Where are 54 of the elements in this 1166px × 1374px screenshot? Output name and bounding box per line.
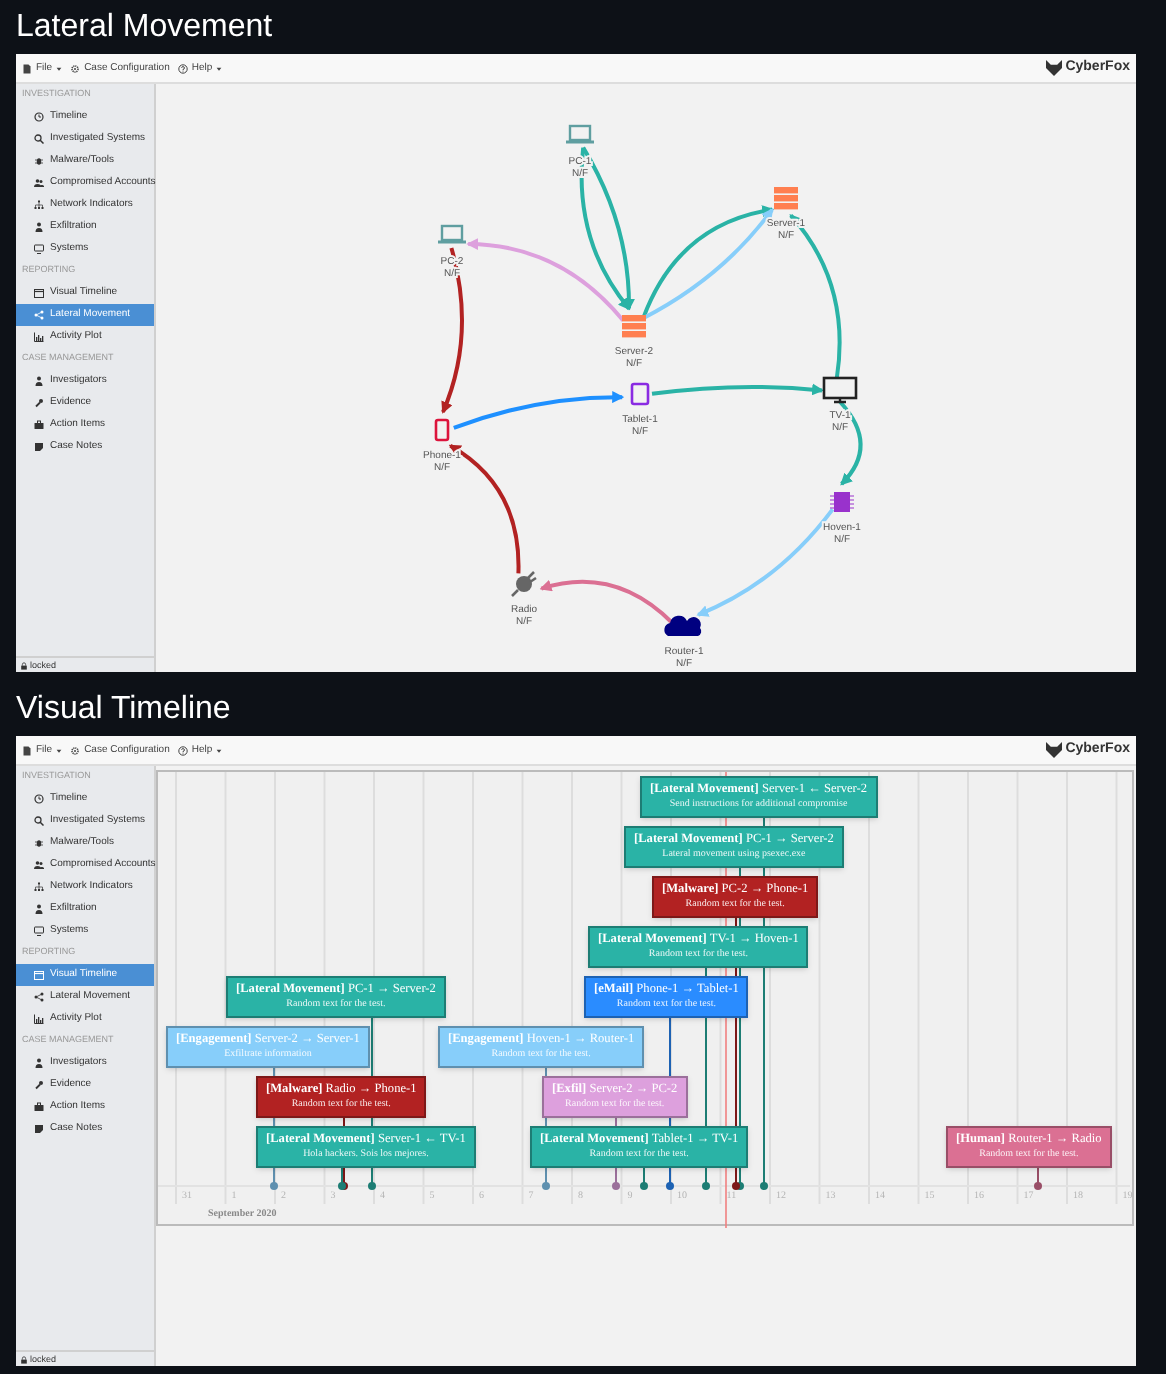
wrench-icon [34,398,44,408]
person-icon [34,904,44,914]
fox-head-icon [1045,60,1062,76]
network-icon [34,200,44,210]
wrench-icon [34,1080,44,1090]
monitor-icon [34,926,44,936]
help-icon [177,63,188,73]
person-icon [34,1058,44,1068]
network-icon [34,882,44,892]
caret-icon [56,65,63,71]
cloud-icon [664,615,702,636]
file-icon [22,63,32,73]
users-icon [34,860,44,870]
gear-icon [70,745,81,755]
briefcase-icon [34,420,44,430]
lock-icon [20,1355,28,1363]
monitor-icon [34,244,44,254]
tablet-icon [630,382,650,406]
laptop-icon [438,224,466,244]
share-icon [34,992,44,1002]
chip-icon [829,492,855,512]
briefcase-icon [34,1102,44,1112]
search-icon [34,816,44,826]
note-icon [34,442,44,452]
fox-head-icon [1045,742,1062,758]
clock-icon [34,112,44,122]
laptop-icon [566,124,594,144]
clock-icon [34,794,44,804]
caret-icon [216,747,223,753]
gear-icon [70,63,81,73]
bug-icon [34,156,44,166]
server-icon [622,315,646,338]
page-heading: Visual Timeline [16,690,233,730]
person-icon [34,222,44,232]
bug-icon [34,838,44,848]
help-icon [177,745,188,755]
lock-icon [20,661,28,669]
share-icon [34,310,44,320]
monitor-icon [822,376,858,404]
calendar-icon [34,970,44,980]
caret-icon [56,747,63,753]
caret-icon [216,65,223,71]
users-icon [34,178,44,188]
phone-icon [434,418,450,442]
calendar-icon [34,288,44,298]
server-icon [774,187,798,210]
plug-icon [510,570,538,598]
file-icon [22,745,32,755]
bar-chart-icon [34,332,44,342]
bar-chart-icon [34,1014,44,1024]
page-heading: Lateral Movement [16,8,275,48]
person-icon [34,376,44,386]
search-icon [34,134,44,144]
note-icon [34,1124,44,1134]
